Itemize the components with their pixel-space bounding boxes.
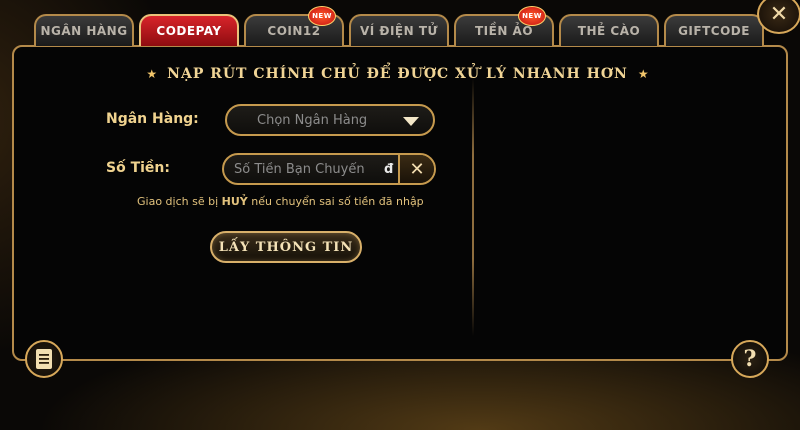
tab-label: TIỀN ẢO <box>474 24 534 38</box>
close-icon: ✕ <box>769 1 789 27</box>
warning-note: Giao dịch sẽ bị HUỶ nếu chuyển sai số ti… <box>137 195 424 208</box>
tab-coin12[interactable]: COIN12 NEW <box>244 6 344 46</box>
note-prefix: Giao dịch sẽ bị <box>137 195 222 208</box>
headline-text: NẠP RÚT CHÍNH CHỦ ĐỂ ĐƯỢC XỬ LÝ NHANH HƠ… <box>167 66 628 82</box>
currency-suffix: đ <box>384 162 394 177</box>
tab-codepay[interactable]: CODEPAY <box>139 14 239 46</box>
tab-tien-ao[interactable]: TIỀN ẢO NEW <box>454 6 554 46</box>
new-badge: NEW <box>518 6 546 26</box>
tab-vi-dien-tu[interactable]: VÍ ĐIỆN TỬ <box>349 14 449 46</box>
amount-input[interactable] <box>224 155 400 183</box>
note-emphasis: HUỶ <box>221 195 248 208</box>
tab-label: CODEPAY <box>156 24 222 38</box>
bank-select[interactable]: Chọn Ngân Hàng <box>225 104 435 136</box>
star-icon: ★ <box>637 67 649 81</box>
clear-amount-button[interactable]: ✕ <box>398 155 434 183</box>
star-icon: ★ <box>146 67 158 81</box>
tab-label: VÍ ĐIỆN TỬ <box>359 24 439 38</box>
tab-label: GIFTCODE <box>678 24 750 38</box>
tab-bar: NGÂN HÀNG CODEPAY COIN12 NEW VÍ ĐIỆN TỬ … <box>34 6 764 46</box>
clear-x-icon: ✕ <box>409 158 425 180</box>
amount-label: Số Tiền: <box>106 160 170 176</box>
history-button[interactable] <box>25 340 63 378</box>
tab-giftcode[interactable]: GIFTCODE <box>664 14 764 46</box>
note-suffix: nếu chuyển sai số tiền đã nhập <box>247 195 424 208</box>
new-badge: NEW <box>308 6 336 26</box>
tab-ngan-hang[interactable]: NGÂN HÀNG <box>34 14 134 46</box>
amount-field: đ ✕ <box>222 153 436 185</box>
tab-label: NGÂN HÀNG <box>40 24 128 38</box>
help-button[interactable]: ? <box>731 340 769 378</box>
headline: ★ NẠP RÚT CHÍNH CHỦ ĐỂ ĐƯỢC XỬ LÝ NHANH … <box>140 62 655 86</box>
question-icon: ? <box>743 346 757 372</box>
get-info-button[interactable]: LẤY THÔNG TIN <box>210 231 362 263</box>
tab-label: COIN12 <box>267 24 321 38</box>
tab-label: THẺ CÀO <box>577 24 641 38</box>
document-list-icon <box>36 349 52 369</box>
bank-select-value: Chọn Ngân Hàng <box>257 112 368 128</box>
chevron-down-icon <box>403 117 419 126</box>
bank-label: Ngân Hàng: <box>106 111 199 127</box>
panel-divider <box>472 78 474 336</box>
close-button[interactable]: ✕ <box>757 0 800 34</box>
tab-the-cao[interactable]: THẺ CÀO <box>559 14 659 46</box>
